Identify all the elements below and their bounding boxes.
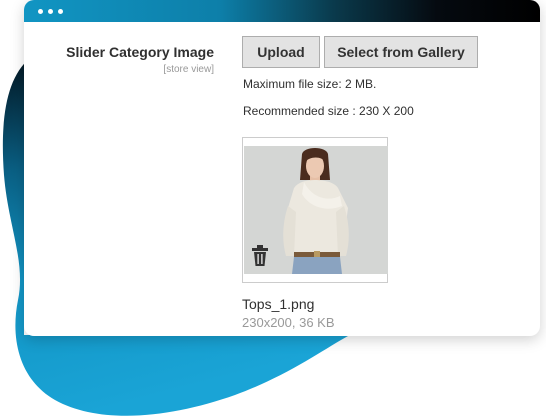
field-label: Slider Category Image [66,44,214,60]
title-bar [24,0,540,22]
window-control-maximize-icon[interactable] [58,9,63,14]
scope-label: [store view] [163,64,214,75]
app-window: Slider Category Image [store view] Uploa… [24,0,540,336]
upload-button[interactable]: Upload [242,36,320,68]
file-name: Tops_1.png [242,296,315,312]
file-meta: 230x200, 36 KB [242,315,335,330]
window-control-minimize-icon[interactable] [48,9,53,14]
window-control-close-icon[interactable] [38,9,43,14]
image-preview [242,137,388,283]
max-file-size-note: Maximum file size: 2 MB. [243,77,377,91]
recommended-size-note: Recommended size : 230 X 200 [243,104,414,118]
trash-icon[interactable] [250,244,270,268]
select-from-gallery-button[interactable]: Select from Gallery [324,36,478,68]
